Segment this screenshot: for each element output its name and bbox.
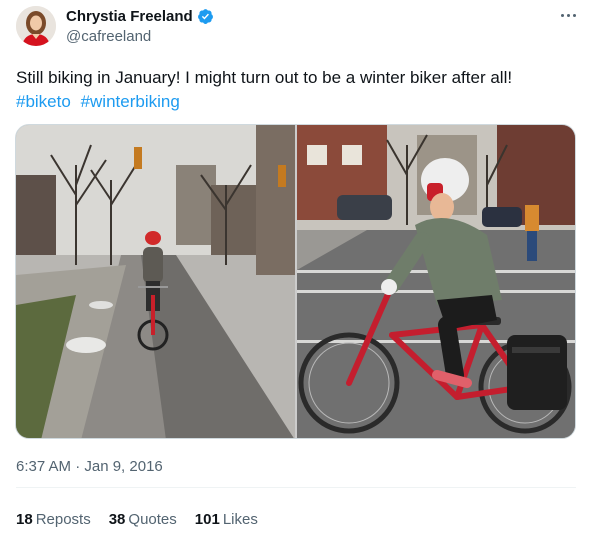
likes-stat[interactable]: 101 Likes [195, 511, 258, 528]
likes-label: Likes [222, 511, 258, 528]
hashtag-row: #biketo #winterbiking [16, 90, 185, 113]
hashtag-winterbiking[interactable]: #winterbiking [81, 92, 180, 111]
engagement-stats: 18 Reposts 38 Quotes 101 Likes [16, 511, 258, 528]
author-name-row: Chrystia Freeland [66, 8, 214, 25]
reposts-label: Reposts [35, 511, 91, 528]
more-dot [560, 13, 564, 17]
more-dot [572, 13, 576, 17]
media-photo-1[interactable] [16, 125, 295, 438]
media-photo-2[interactable] [297, 125, 575, 438]
quotes-stat[interactable]: 38 Quotes [109, 511, 177, 528]
more-dot [566, 13, 570, 17]
avatar[interactable] [16, 6, 56, 46]
hashtag-biketo[interactable]: #biketo [16, 92, 71, 111]
quotes-label: Quotes [128, 511, 177, 528]
cycling-street-photo [16, 125, 295, 438]
likes-count: 101 [194, 511, 220, 528]
divider [16, 487, 576, 488]
author-handle[interactable]: @cafreeland [66, 28, 151, 45]
quotes-count: 38 [108, 511, 126, 528]
tweet-timestamp[interactable]: 6:37 AM · Jan 9, 2016 [16, 458, 163, 475]
tweet-card: Chrystia Freeland @cafreeland Still biki… [0, 0, 600, 533]
verified-badge-icon [197, 9, 213, 24]
reposts-stat[interactable]: 18 Reposts [16, 511, 91, 528]
more-options-button[interactable] [558, 8, 578, 22]
display-name[interactable]: Chrystia Freeland [66, 8, 193, 25]
media-grid [15, 124, 576, 439]
reposts-count: 18 [16, 511, 33, 528]
tweet-text: Still biking in January! I might turn ou… [16, 68, 513, 87]
red-bicycle-photo [297, 125, 575, 438]
profile-photo-icon [16, 6, 56, 46]
